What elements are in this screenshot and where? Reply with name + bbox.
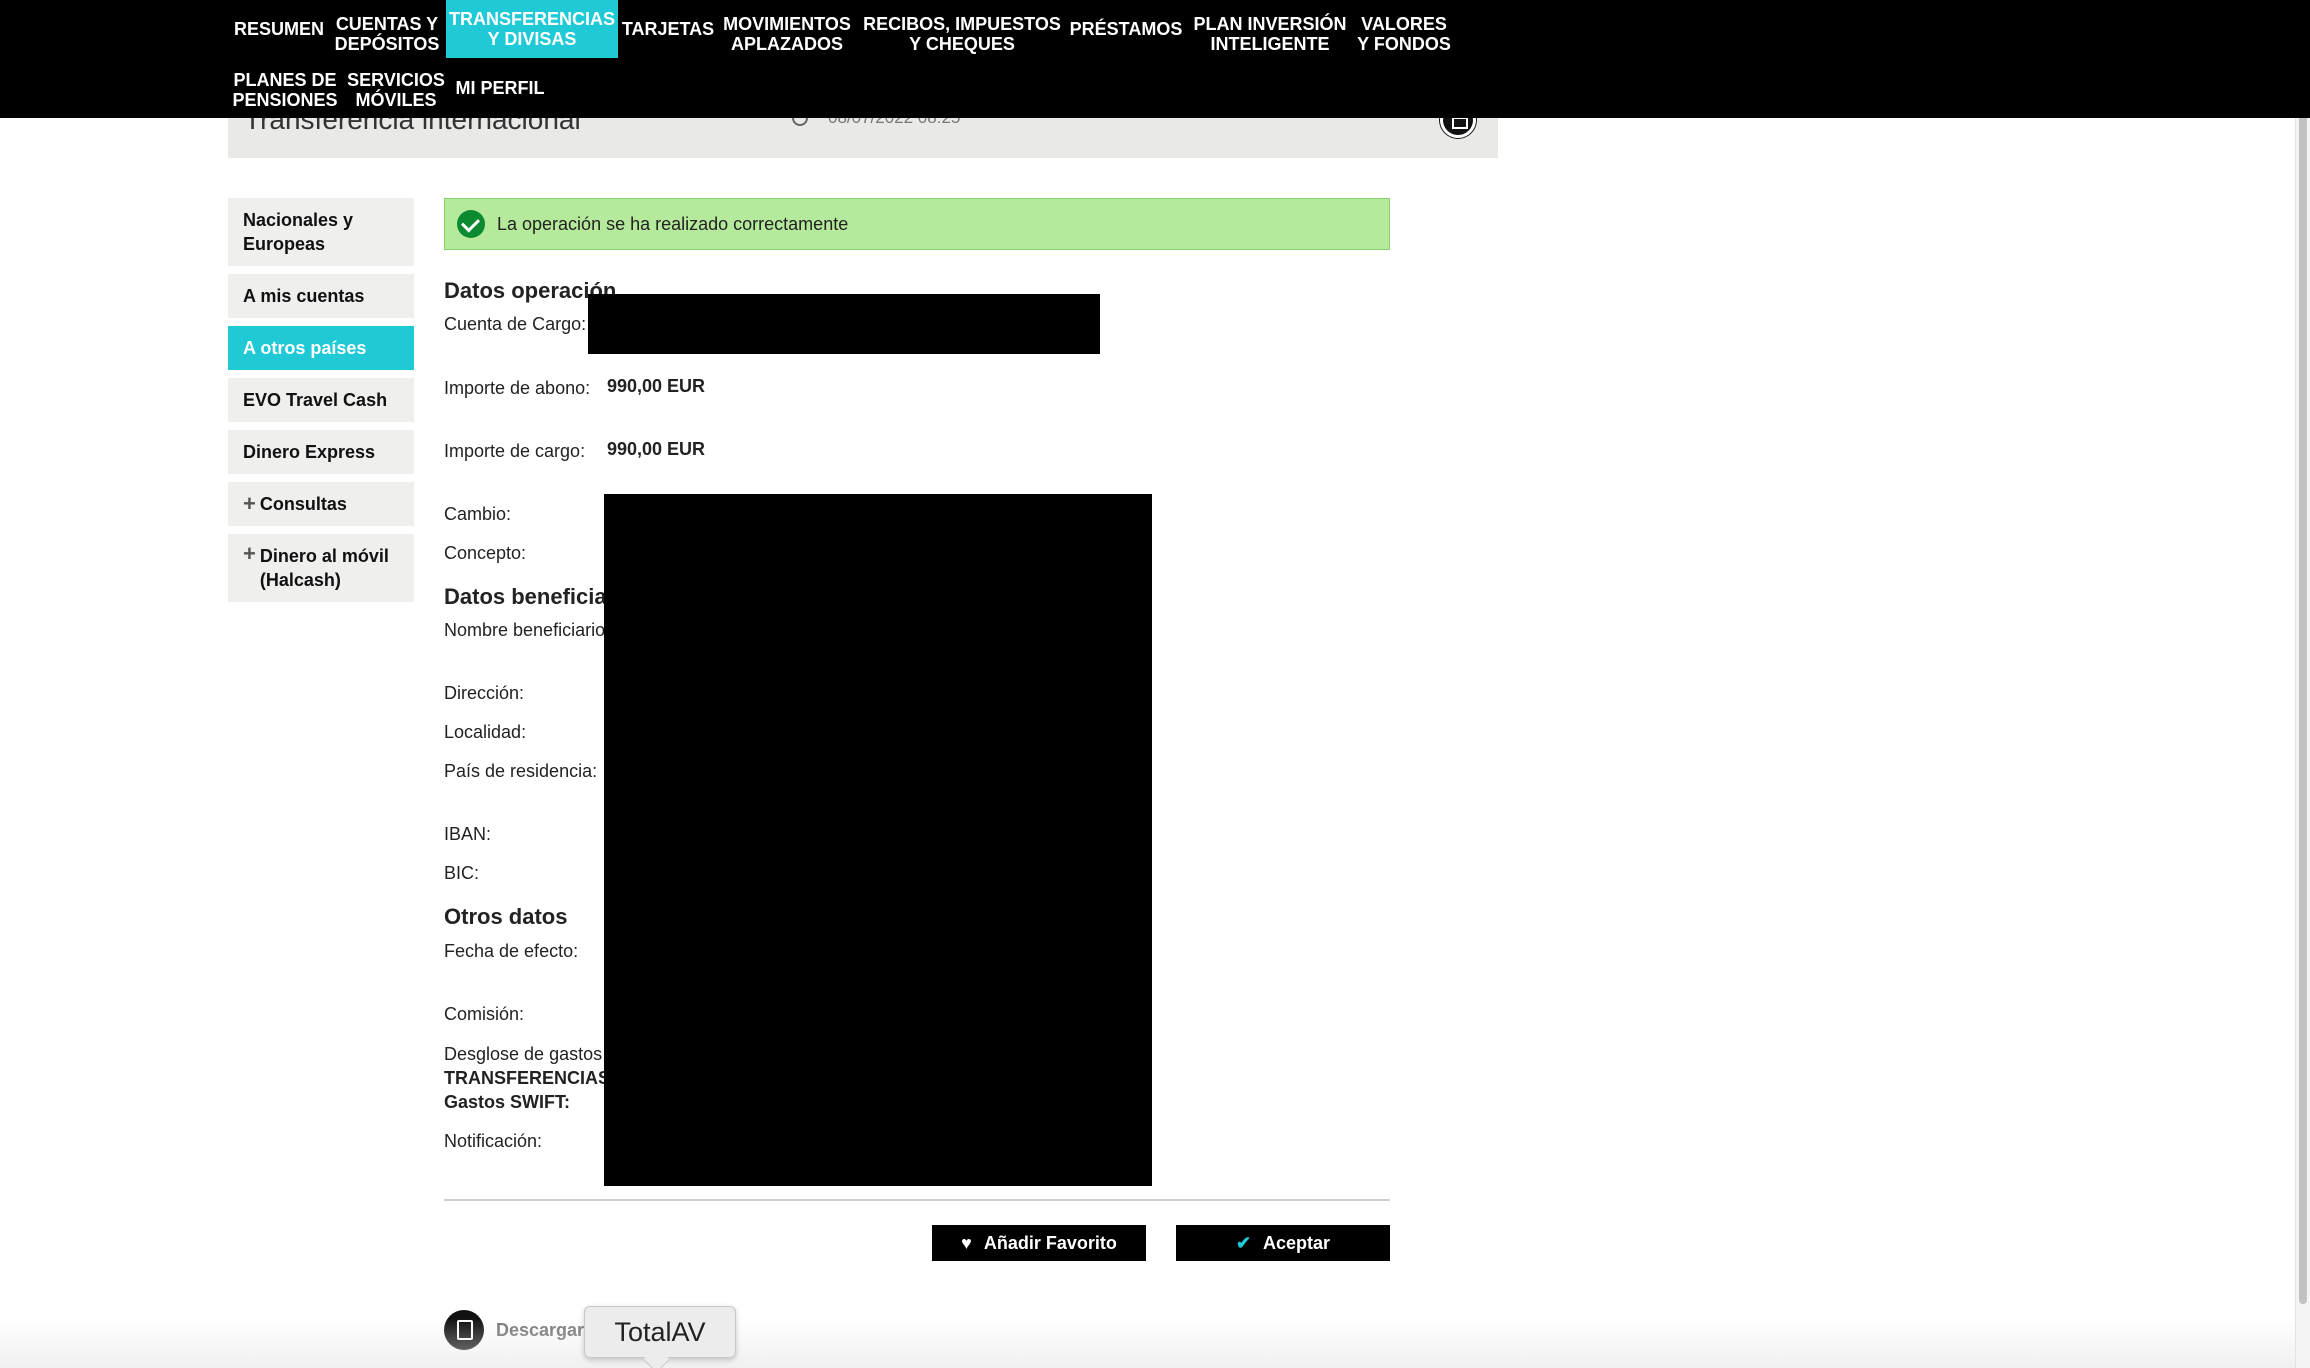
bottom-fade <box>0 1318 2295 1368</box>
download-link[interactable]: Descargar <box>444 1310 584 1350</box>
side-item-evo-travel-cash[interactable]: EVO Travel Cash <box>228 378 414 422</box>
nav-planes-pensiones[interactable]: PLANES DE PENSIONES <box>230 68 340 112</box>
side-item-label: Dinero Express <box>243 442 376 462</box>
side-item-a-mis-cuentas[interactable]: A mis cuentas <box>228 274 414 318</box>
value-importe-abono: 990,00 EUR <box>607 376 706 396</box>
nav-transferencias-divisas[interactable]: TRANSFERENCIAS Y DIVISAS <box>446 0 618 58</box>
nav-recibos-impuestos[interactable]: RECIBOS, IMPUESTOS Y CHEQUES <box>860 10 1064 58</box>
label-desglose-gastos: Desglose de gastos <box>444 1044 603 1064</box>
tooltip: TotalAV <box>584 1306 736 1358</box>
redacted-block-account <box>588 294 1100 354</box>
heart-icon: ♥ <box>961 1232 972 1253</box>
label-nombre-beneficiario: Nombre beneficiario: <box>444 620 611 640</box>
side-item-dinero-express[interactable]: Dinero Express <box>228 430 414 474</box>
label-comision: Comisión: <box>444 1004 525 1024</box>
label-concepto: Concepto: <box>444 543 527 563</box>
vertical-scrollbar[interactable] <box>2295 0 2310 1368</box>
success-banner: La operación se ha realizado correctamen… <box>444 198 1390 250</box>
side-item-label: Nacionales y Europeas <box>243 210 354 254</box>
tooltip-text: TotalAV <box>614 1316 706 1347</box>
check-circle-icon <box>457 210 485 238</box>
section-datos-beneficiario: Datos beneficia <box>444 584 607 609</box>
label-fecha-efecto: Fecha de efecto: <box>444 941 579 961</box>
nav-resumen[interactable]: RESUMEN <box>232 10 326 48</box>
download-label: Descargar <box>496 1319 585 1340</box>
label-notificacion: Notificación: <box>444 1131 543 1151</box>
divider <box>444 1199 1390 1201</box>
nav-cuentas-depositos[interactable]: CUENTAS Y DEPÓSITOS <box>332 10 442 58</box>
label-importe-cargo: Importe de cargo: <box>444 441 586 461</box>
success-message: La operación se ha realizado correctamen… <box>497 213 849 234</box>
nav-mi-perfil[interactable]: MI PERFIL <box>452 68 548 108</box>
nav-movimientos-aplazados[interactable]: MOVIMIENTOS APLAZADOS <box>720 10 854 58</box>
side-item-nacionales-europeas[interactable]: Nacionales y Europeas <box>228 198 414 266</box>
plus-icon: + <box>243 541 256 566</box>
nav-prestamos[interactable]: PRÉSTAMOS <box>1068 10 1184 48</box>
check-icon: ✔ <box>1235 1232 1252 1253</box>
scrollbar-thumb[interactable] <box>2299 4 2307 1304</box>
nav-valores-fondos[interactable]: VALORES Y FONDOS <box>1354 10 1454 58</box>
label-pais-residencia: País de residencia: <box>444 761 598 781</box>
label-localidad: Localidad: <box>444 722 527 742</box>
nav-plan-inversion[interactable]: PLAN INVERSIÓN INTELIGENTE <box>1190 10 1350 58</box>
plus-icon: + <box>243 491 256 516</box>
add-favorite-label: Añadir Favorito <box>983 1232 1117 1253</box>
label-importe-abono: Importe de abono: <box>444 378 591 398</box>
side-item-dinero-al-movil[interactable]: + Dinero al móvil (Halcash) <box>228 534 414 602</box>
label-direccion: Dirección: <box>444 683 525 703</box>
side-item-label: EVO Travel Cash <box>243 390 388 410</box>
nav-tarjetas[interactable]: TARJETAS <box>622 10 714 48</box>
top-navigation: RESUMEN CUENTAS Y DEPÓSITOS TRANSFERENCI… <box>0 0 2310 118</box>
value-importe-cargo: 990,00 EUR <box>607 439 706 459</box>
nav-servicios-moviles[interactable]: SERVICIOS MÓVILES <box>344 68 448 112</box>
pdf-icon <box>444 1310 484 1350</box>
label-bic: BIC: <box>444 863 480 883</box>
side-item-label: A otros países <box>243 338 367 358</box>
side-item-consultas[interactable]: + Consultas <box>228 482 414 526</box>
add-favorite-button[interactable]: ♥ Añadir Favorito <box>932 1225 1146 1261</box>
label-gastos-swift: Gastos SWIFT: <box>444 1092 571 1112</box>
redacted-block-details <box>604 494 1152 1186</box>
side-item-label: Consultas <box>259 494 347 514</box>
label-cambio: Cambio: <box>444 504 512 524</box>
label-iban: IBAN: <box>444 824 492 844</box>
section-otros-datos: Otros datos <box>444 904 568 929</box>
accept-button[interactable]: ✔ Aceptar <box>1176 1225 1390 1261</box>
accept-label: Aceptar <box>1263 1232 1331 1253</box>
side-item-a-otros-paises[interactable]: A otros países <box>228 326 414 370</box>
side-item-label: A mis cuentas <box>243 286 365 306</box>
side-item-label: Dinero al móvil (Halcash) <box>259 546 389 590</box>
label-transferencias: TRANSFERENCIAS <box>444 1068 611 1088</box>
